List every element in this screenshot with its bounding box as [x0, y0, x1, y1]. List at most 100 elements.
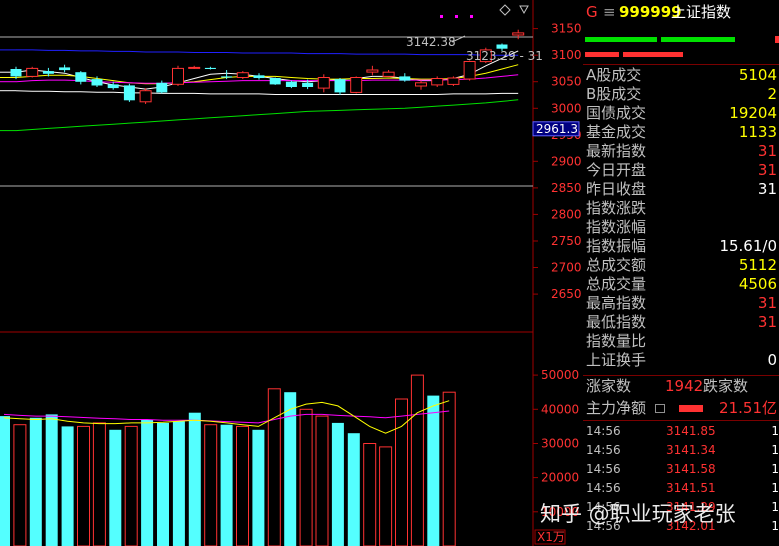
tick-vol: 1	[771, 500, 779, 514]
stat-value: 31	[757, 180, 777, 198]
candle-body	[172, 67, 184, 85]
volume-bar	[331, 422, 344, 546]
candle-body	[221, 76, 233, 78]
stat-row: 最高指数 31	[583, 294, 779, 313]
tick-price: 3141.85	[666, 424, 716, 438]
stat-row: A股成交 5104	[583, 66, 779, 85]
indicator-dot	[440, 15, 443, 18]
stat-value: 31	[757, 142, 777, 160]
breadth-row: 涨家数 1942 跌家数	[583, 377, 779, 396]
stat-label: 指数振幅	[586, 237, 647, 255]
volume-bar	[29, 417, 42, 546]
candle-body	[156, 82, 168, 93]
price-tick-label: 3150	[551, 22, 582, 36]
up-count-value: 1942	[665, 377, 704, 395]
candle-body	[350, 77, 363, 93]
stat-label: 国债成交	[586, 104, 647, 122]
down-count-label: 跌家数	[703, 377, 749, 395]
stat-label: 基金成交	[586, 123, 647, 141]
stat-label: 最新指数	[586, 142, 647, 160]
main-force-label: 主力净额	[586, 399, 647, 417]
volume-bars	[0, 374, 456, 546]
candle-body	[317, 77, 330, 89]
tick-price: 3141.34	[666, 443, 716, 457]
volume-bar	[379, 446, 393, 546]
ma-line	[15, 90, 519, 95]
volume-bar	[157, 422, 169, 546]
price-tick-label: 2750	[551, 234, 582, 248]
security-name: 上证指数	[671, 3, 732, 21]
price-tick-label: 2800	[551, 207, 582, 221]
tick-row: 14:56 3141.85 1	[586, 423, 779, 439]
volume-bar	[427, 395, 440, 546]
candle-body	[253, 75, 265, 78]
volume-bar	[141, 419, 154, 546]
stat-label: 总成交额	[586, 256, 647, 274]
volume-tick-label: 50000	[541, 368, 579, 382]
candle-body	[42, 71, 54, 74]
kline-chart[interactable]: 3150310030503000295029002850280027502700…	[0, 0, 583, 546]
volume-bar	[267, 388, 281, 546]
stat-label: 今日开盘	[586, 161, 647, 179]
security-header: G ≡ 999999 上证指数	[583, 3, 779, 22]
candle-body	[366, 69, 379, 73]
table-icon[interactable]	[655, 404, 665, 413]
stat-row: 最低指数 31	[583, 313, 779, 332]
volume-bar	[45, 414, 58, 546]
ma-line	[16, 49, 519, 56]
price-tick-label: 3100	[551, 48, 582, 62]
candle-body	[188, 66, 201, 69]
stat-label: B股成交	[586, 85, 642, 103]
stat-value: 31	[757, 294, 777, 312]
candle-body	[463, 61, 476, 80]
volume-bar	[77, 425, 90, 546]
volume-bar	[220, 424, 233, 546]
stat-row: 今日开盘 31	[583, 161, 779, 180]
volume-bar	[204, 424, 218, 546]
stat-label: 最低指数	[586, 313, 647, 331]
stat-row: 指数振幅 15.61/0	[583, 237, 779, 256]
stat-value: 0	[767, 351, 777, 369]
tick-vol: 1	[771, 519, 779, 533]
stat-row: 指数涨幅	[583, 218, 779, 237]
stat-label: 指数涨跌	[586, 199, 647, 217]
volume-bar	[236, 425, 249, 546]
tick-vol: 1	[771, 481, 779, 495]
stat-value: 4506	[738, 275, 777, 293]
stat-value: 5112	[738, 256, 777, 274]
quote-panel: G ≡ 999999 上证指数 A股成交 5104 B股成交 2 国债成交 19204 基金…	[583, 0, 779, 546]
stat-value: 5104	[738, 66, 777, 84]
high-price-label: 3142.38	[406, 35, 456, 49]
price-ma-lines	[0, 49, 519, 132]
stat-value: 19204	[729, 104, 777, 122]
volume-bar	[13, 424, 27, 546]
volume-bar	[299, 408, 313, 546]
candle-body	[75, 72, 87, 82]
tick-vol: 1	[771, 424, 779, 438]
stat-value: 15.61/0	[719, 237, 777, 255]
ma-line	[15, 99, 519, 132]
candle-body	[107, 84, 119, 89]
indicator-dot	[455, 15, 458, 18]
stat-row: 总成交额 5112	[583, 256, 779, 275]
stat-value: 31	[757, 161, 777, 179]
divider	[583, 375, 779, 376]
tick-row: 14:56 3141.34 1	[586, 442, 779, 458]
stat-label: 指数量比	[586, 332, 647, 350]
volume-bar	[347, 433, 360, 546]
tick-price: 3141.51	[666, 481, 716, 495]
stat-row: 上证换手 0	[583, 351, 779, 370]
stat-row: 昨日收盘 31	[583, 180, 779, 199]
stat-row: 基金成交 1133	[583, 123, 779, 142]
tick-vol: 1	[771, 462, 779, 476]
tick-vol: 1	[771, 443, 779, 457]
tick-time: 14:56	[586, 443, 621, 457]
candle-body	[382, 71, 395, 77]
stat-row: 指数量比	[583, 332, 779, 351]
tick-time: 14:56	[586, 481, 621, 495]
candle-body	[269, 78, 281, 85]
candle-body	[334, 79, 346, 93]
watermark: 知乎 @职业玩家老张	[540, 502, 736, 526]
hamburger-icon[interactable]: ≡	[603, 3, 616, 22]
candle-body	[26, 67, 39, 77]
